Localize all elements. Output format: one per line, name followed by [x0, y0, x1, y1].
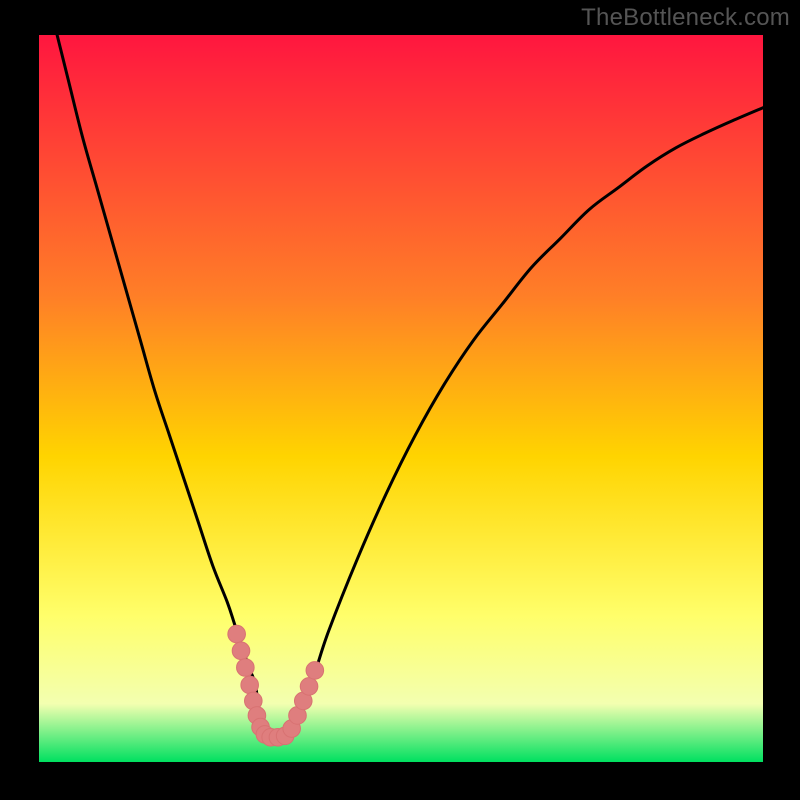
data-dot [228, 625, 246, 643]
chart-frame: TheBottleneck.com [0, 0, 800, 800]
data-dot [241, 676, 259, 694]
data-dot [306, 662, 324, 680]
plot-area [39, 35, 763, 762]
data-dot [300, 678, 318, 696]
watermark-text: TheBottleneck.com [581, 4, 790, 32]
data-dot [237, 659, 255, 677]
data-dot [232, 642, 250, 660]
gradient-background [39, 35, 763, 762]
bottleneck-chart [39, 35, 763, 762]
